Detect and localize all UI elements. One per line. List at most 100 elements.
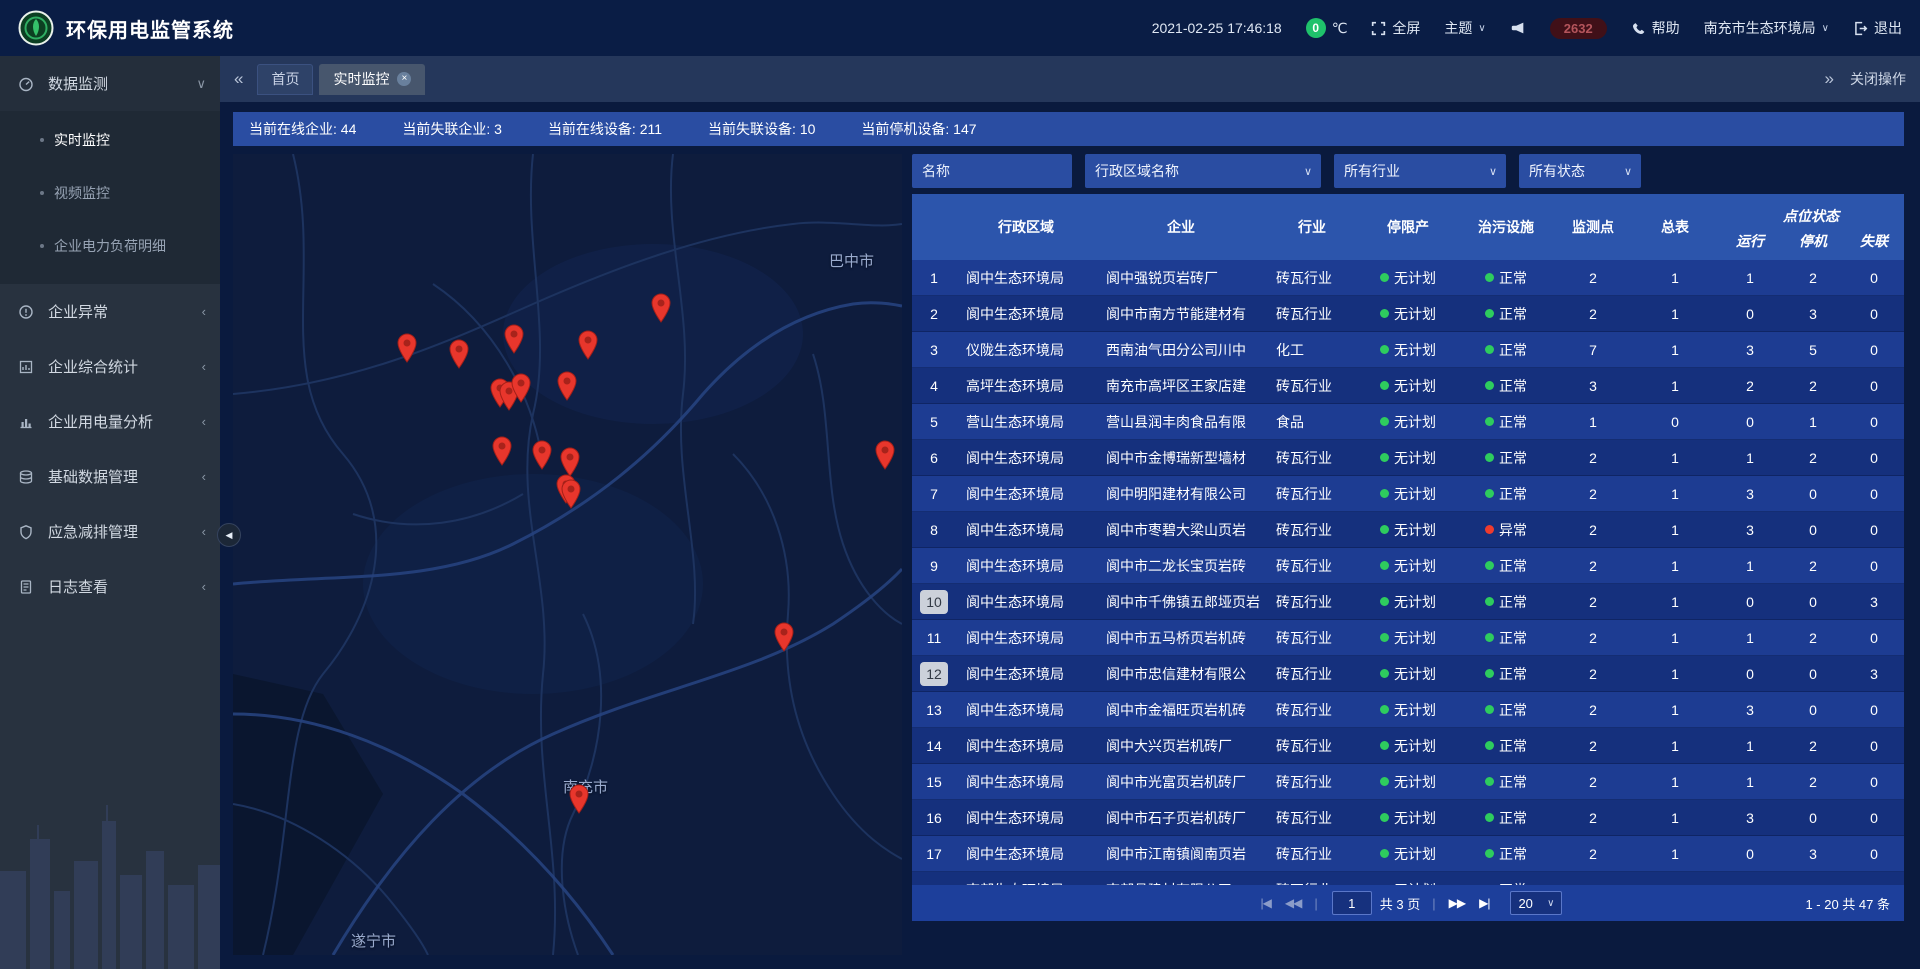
table-row[interactable]: 3仪陇生态环境局西南油气田分公司川中化工无计划正常71350 [912, 332, 1904, 368]
map-collapse-button[interactable]: ◀ [217, 523, 241, 547]
close-operations-button[interactable]: 关闭操作 [1850, 69, 1906, 89]
map-pin-icon[interactable] [396, 333, 418, 366]
chevron-collapsed-icon: ‹ [202, 579, 206, 594]
sidebar-item-企业用电量分析[interactable]: 企业用电量分析‹ [0, 394, 220, 449]
table-row[interactable]: 15阆中生态环境局阆中市光富页岩机砖厂砖瓦行业无计划正常21120 [912, 764, 1904, 800]
page-input[interactable] [1332, 891, 1372, 915]
industry-filter-select[interactable]: 所有行业 ∨ [1334, 154, 1506, 188]
table-row[interactable]: 9阆中生态环境局阆中市二龙长宝页岩砖砖瓦行业无计划正常21120 [912, 548, 1904, 584]
tabs-scroll-left-icon[interactable]: « [234, 69, 243, 89]
cell-industry: 砖瓦行业 [1266, 628, 1358, 648]
sidebar-item-企业异常[interactable]: 企业异常‹ [0, 284, 220, 339]
prev-page-button[interactable]: ◀◀ [1285, 896, 1301, 910]
cell-limit-status: 无计划 [1358, 700, 1458, 720]
map-pin-icon[interactable] [773, 622, 795, 655]
cell-stop-count: 2 [1782, 774, 1844, 790]
table-row[interactable]: 10阆中生态环境局阆中市千佛镇五郎垭页岩砖瓦行业无计划正常21003 [912, 584, 1904, 620]
bullet-icon [40, 244, 44, 248]
map-pin-icon[interactable] [531, 440, 553, 473]
alert-count-badge[interactable]: 2632 [1550, 18, 1607, 39]
announcement-button[interactable] [1510, 20, 1526, 36]
map-panel[interactable]: 巴中市南充市遂宁市 [233, 154, 902, 955]
map-pin-icon[interactable] [568, 784, 590, 817]
table-row[interactable]: 13阆中生态环境局阆中市金福旺页岩机砖砖瓦行业无计划正常21300 [912, 692, 1904, 728]
status-dot-icon [1485, 813, 1494, 822]
sidebar-item-应急减排管理[interactable]: 应急减排管理‹ [0, 504, 220, 559]
cell-meter-count: 1 [1632, 594, 1718, 610]
help-button[interactable]: 帮助 [1631, 18, 1680, 38]
col-header-region: 行政区域 [956, 194, 1096, 260]
chevron-down-icon: ∨ [1478, 23, 1485, 34]
last-page-button[interactable]: ▶| [1479, 896, 1489, 910]
map-pin-icon[interactable] [650, 293, 672, 326]
cell-facility-status: 正常 [1458, 700, 1554, 720]
status-dot-icon [1485, 273, 1494, 282]
sidebar-subitem-实时监控[interactable]: 实时监控 [0, 113, 220, 166]
theme-dropdown[interactable]: 主题 ∨ [1444, 18, 1485, 38]
cell-facility-status: 正常 [1458, 304, 1554, 324]
page-size-select[interactable]: 20 ∨ [1510, 891, 1562, 915]
map-pin-icon[interactable] [577, 330, 599, 363]
sidebar-item-数据监测[interactable]: 数据监测∨ [0, 56, 220, 111]
cell-limit-status: 无计划 [1358, 808, 1458, 828]
status-dot-icon [1380, 849, 1389, 858]
sidebar-submenu: 实时监控视频监控企业电力负荷明细 [0, 111, 220, 284]
logout-button[interactable]: 退出 [1853, 18, 1902, 38]
table-row[interactable]: 11阆中生态环境局阆中市五马桥页岩机砖砖瓦行业无计划正常21120 [912, 620, 1904, 656]
fullscreen-button[interactable]: 全屏 [1371, 18, 1420, 38]
table-row[interactable]: 8阆中生态环境局阆中市枣碧大梁山页岩砖瓦行业无计划异常21300 [912, 512, 1904, 548]
org-dropdown[interactable]: 南充市生态环境局 ∨ [1704, 18, 1829, 38]
cell-monitor-count: 7 [1554, 342, 1632, 358]
cell-lost-count: 0 [1844, 522, 1904, 538]
table-row[interactable]: 4高坪生态环境局南充市高坪区王家店建砖瓦行业无计划正常31220 [912, 368, 1904, 404]
map-pin-icon[interactable] [874, 440, 896, 473]
table-row[interactable]: 17阆中生态环境局阆中市江南镇阆南页岩砖瓦行业无计划正常21030 [912, 836, 1904, 872]
map-pin-icon[interactable] [503, 324, 525, 357]
cell-stop-count: 0 [1782, 702, 1844, 718]
map-pin-icon[interactable] [448, 339, 470, 372]
status-filter-select[interactable]: 所有状态 ∨ [1519, 154, 1641, 188]
cell-monitor-count: 2 [1554, 522, 1632, 538]
cell-lost-count: 0 [1844, 270, 1904, 286]
sidebar-item-企业综合统计[interactable]: 企业综合统计‹ [0, 339, 220, 394]
table-row[interactable]: 18南部生态环境局南部县建材有限公司砖瓦行业无计划正常21030 [912, 872, 1904, 885]
chevron-left-icon: ◀ [226, 530, 233, 541]
cell-limit-status: 无计划 [1358, 844, 1458, 864]
table-row[interactable]: 2阆中生态环境局阆中市南方节能建材有砖瓦行业无计划正常21030 [912, 296, 1904, 332]
cell-lost-count: 0 [1844, 702, 1904, 718]
first-page-button[interactable]: |◀ [1261, 896, 1271, 910]
cell-company: 营山县润丰肉食品有限 [1096, 412, 1266, 432]
col-header-meter: 总表 [1632, 194, 1718, 260]
sidebar-subitem-企业电力负荷明细[interactable]: 企业电力负荷明细 [0, 219, 220, 272]
cell-lost-count: 0 [1844, 342, 1904, 358]
cell-monitor-count: 2 [1554, 702, 1632, 718]
map-pin-icon[interactable] [510, 373, 532, 406]
table-row[interactable]: 12阆中生态环境局阆中市忠信建材有限公砖瓦行业无计划正常21003 [912, 656, 1904, 692]
map-roads [233, 154, 902, 955]
status-dot-icon [1380, 273, 1389, 282]
table-row[interactable]: 16阆中生态环境局阆中市石子页岩机砖厂砖瓦行业无计划正常21300 [912, 800, 1904, 836]
table-row[interactable]: 7阆中生态环境局阆中明阳建材有限公司砖瓦行业无计划正常21300 [912, 476, 1904, 512]
table-row[interactable]: 1阆中生态环境局阆中强锐页岩砖厂砖瓦行业无计划正常21120 [912, 260, 1904, 296]
name-filter-input[interactable] [912, 154, 1072, 188]
tab-realtime-monitor[interactable]: 实时监控 × [319, 64, 425, 95]
close-icon[interactable]: × [397, 72, 411, 86]
cell-run-count: 3 [1718, 342, 1782, 358]
cell-company: 阆中大兴页岩机砖厂 [1096, 736, 1266, 756]
table-row[interactable]: 14阆中生态环境局阆中大兴页岩机砖厂砖瓦行业无计划正常21120 [912, 728, 1904, 764]
cell-facility-status: 正常 [1458, 808, 1554, 828]
table-row[interactable]: 6阆中生态环境局阆中市金博瑞新型墙材砖瓦行业无计划正常21120 [912, 440, 1904, 476]
next-page-button[interactable]: ▶▶ [1449, 896, 1465, 910]
sidebar-subitem-视频监控[interactable]: 视频监控 [0, 166, 220, 219]
tabs-scroll-right-icon[interactable]: » [1825, 69, 1834, 89]
sidebar-item-日志查看[interactable]: 日志查看‹ [0, 559, 220, 614]
table-row[interactable]: 5营山生态环境局营山县润丰肉食品有限食品无计划正常10010 [912, 404, 1904, 440]
status-dot-icon [1485, 777, 1494, 786]
cell-industry: 砖瓦行业 [1266, 736, 1358, 756]
sidebar-item-基础数据管理[interactable]: 基础数据管理‹ [0, 449, 220, 504]
map-pin-icon[interactable] [491, 436, 513, 469]
map-pin-icon[interactable] [556, 371, 578, 404]
tab-home[interactable]: 首页 [257, 64, 313, 95]
region-filter-select[interactable]: 行政区域名称 ∨ [1085, 154, 1321, 188]
map-pin-icon[interactable] [560, 479, 582, 512]
